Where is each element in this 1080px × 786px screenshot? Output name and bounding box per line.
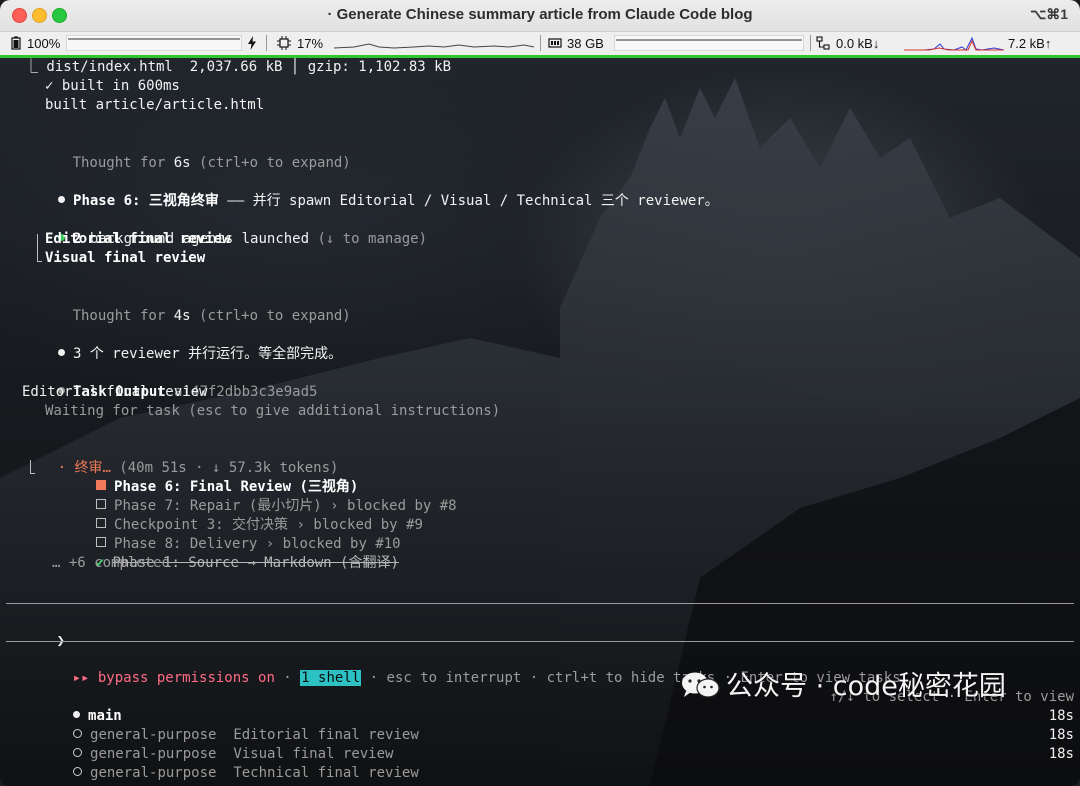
cpu-icon	[277, 36, 291, 53]
memory-value: 38 GB	[567, 36, 604, 51]
agent-item[interactable]: Editorial final review	[45, 230, 230, 249]
memory-graph	[614, 35, 804, 51]
tree-connector	[30, 473, 35, 474]
window-shortcut: ⌥⌘1	[1030, 6, 1068, 22]
footer-separator: ·	[274, 670, 301, 686]
agent-list-row[interactable]: general-purpose Technical final review	[22, 745, 419, 781]
bypass-permissions-indicator[interactable]: ▸▸ bypass permissions on	[73, 670, 275, 686]
unselected-bullet-icon	[72, 767, 82, 776]
tree-connector	[37, 234, 38, 262]
thought-expand-hint: (ctrl+o to expand)	[190, 308, 351, 324]
progress-status: · 终审… (40m 51s · ↓ 57.3k tokens)	[7, 440, 339, 476]
divider	[6, 641, 1074, 642]
task-item[interactable]: Phase 7: Repair (最小切片) › blocked by #8	[45, 478, 457, 514]
cpu-value: 17%	[297, 36, 324, 51]
tree-connector	[30, 460, 31, 474]
build-output-line: ⎿ dist/index.html 2,037.66 kB │ gzip: 1,…	[24, 59, 452, 75]
shell-badge[interactable]: 1 shell	[300, 670, 362, 686]
agent-item[interactable]: Visual final review	[45, 249, 205, 268]
title-bar: · Generate Chinese summary article from …	[0, 0, 1080, 32]
thought-indicator[interactable]: Thought for 4s (ctrl+o to expand)	[22, 288, 351, 324]
thought-expand-hint: (ctrl+o to expand)	[190, 155, 351, 171]
agent-name: Technical final review	[233, 765, 419, 781]
charging-icon	[247, 36, 257, 53]
thought-duration: 4s	[173, 308, 191, 324]
agent-list-main[interactable]: main	[22, 688, 122, 724]
agent-elapsed: 18s	[1048, 708, 1074, 724]
network-down-value: 0.0 kB↓	[836, 36, 880, 51]
build-output-line: ✓ built in 600ms	[45, 78, 180, 94]
watermark-text: 公众号 · code秘密花园	[726, 671, 1006, 702]
phase-title: Phase 6: 三视角终审	[73, 193, 219, 209]
agent-elapsed: 18s	[1048, 746, 1074, 762]
divider	[6, 603, 1074, 604]
bullet-icon	[57, 349, 65, 356]
task-item[interactable]: Phase 8: Delivery › blocked by #10	[45, 516, 401, 552]
watermark: 公众号 · code秘密花园	[680, 664, 1006, 702]
agent-type: general-purpose	[90, 765, 217, 781]
battery-graph	[66, 35, 242, 51]
agent-list-row[interactable]: general-purpose Visual final review	[22, 726, 393, 762]
window-title: · Generate Chinese summary article from …	[327, 6, 753, 23]
agent-list-row[interactable]: general-purpose Editorial final review	[22, 707, 419, 743]
separator	[810, 35, 811, 51]
thought-prefix: Thought for	[72, 308, 174, 324]
separator	[266, 35, 267, 51]
build-output-line: built article/article.html	[45, 97, 265, 113]
wechat-icon	[682, 672, 720, 698]
network-up-value: 7.2 kB↑	[1008, 36, 1052, 51]
separator	[540, 35, 541, 51]
tree-connector	[37, 261, 42, 262]
terminal-window: · Generate Chinese summary article from …	[0, 0, 1080, 786]
battery-value: 100%	[27, 36, 61, 51]
network-icon	[816, 36, 830, 53]
thought-duration: 6s	[173, 155, 191, 171]
thought-prefix: Thought for	[72, 155, 174, 171]
phase-description: —— 并行 spawn Editorial / Visual / Technic…	[218, 193, 719, 209]
prompt-input[interactable]: ❯	[6, 613, 1072, 649]
task-item-completed[interactable]: ✔ Phase 1: Source → Markdown (含翻译)	[45, 535, 399, 571]
more-completed-label[interactable]: … +6 completed	[52, 554, 170, 573]
assistant-message: 3 个 reviewer 并行运行。等全部完成。	[7, 326, 342, 362]
memory-icon	[548, 36, 562, 53]
assistant-message-text: 3 个 reviewer 并行运行。等全部完成。	[73, 346, 343, 362]
thought-indicator[interactable]: Thought for 6s (ctrl+o to expand)	[22, 135, 351, 171]
agent-elapsed: 18s	[1048, 727, 1074, 743]
status-bar: 100% 17% 38 GB 0.0 kB↓ 7.2 kB↑	[0, 32, 1080, 58]
agents-launched-message: 2 background agents launched (↓ to manag…	[7, 211, 427, 247]
task-item[interactable]: Checkpoint 3: 交付决策 › blocked by #9	[45, 497, 423, 533]
cpu-graph	[334, 43, 534, 49]
phase-message: Phase 6: 三视角终审 —— 并行 spawn Editorial / V…	[7, 173, 719, 209]
task-output-name: Editorial final review	[22, 384, 208, 400]
agents-manage-hint[interactable]: (↓ to manage)	[317, 231, 427, 247]
bullet-icon	[57, 196, 65, 203]
task-output-header: Task Output a147f2dbb3c3e9ad5	[7, 364, 317, 400]
task-waiting-text: Waiting for task (esc to give additional…	[45, 403, 501, 419]
task-item-active[interactable]: Phase 6: Final Review (三视角)	[45, 459, 358, 495]
network-graph	[904, 36, 1004, 51]
battery-icon	[10, 36, 22, 53]
